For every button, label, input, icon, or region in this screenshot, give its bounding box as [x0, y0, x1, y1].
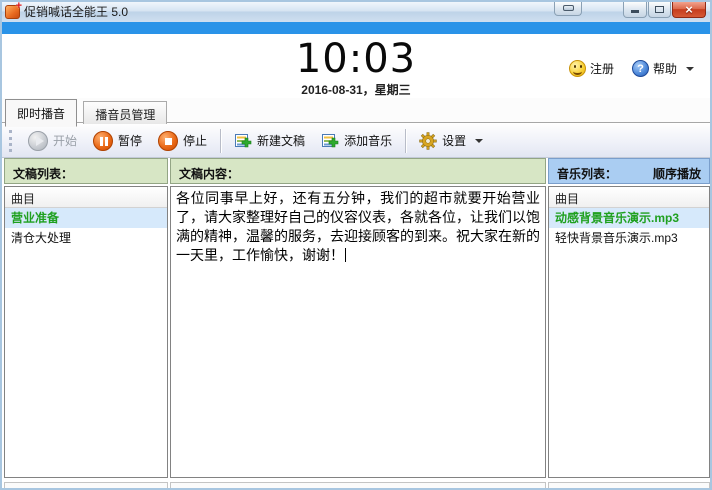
settings-button[interactable]: 设置	[411, 129, 491, 153]
doc-list-body: 曲目 营业准备 清仓大处理	[4, 186, 168, 478]
add-music-label: 添加音乐	[344, 132, 392, 149]
start-button[interactable]: 开始	[20, 128, 85, 154]
doc-content-header: 文稿内容：	[170, 158, 546, 184]
chevron-down-icon	[686, 67, 694, 71]
caption-buttons	[553, 2, 706, 18]
pause-label: 暂停	[118, 132, 142, 149]
date-display: 2016-08-31，星期三	[2, 81, 710, 98]
music-list-plus-icon	[321, 132, 339, 150]
window-title: 促销喊话全能王 5.0	[24, 2, 128, 22]
title-bar: 促销喊话全能王 5.0	[2, 2, 710, 22]
help-label: 帮助	[653, 60, 677, 77]
music-list-item[interactable]: 动感背景音乐演示.mp3	[549, 208, 709, 228]
doc-list-column-header[interactable]: 曲目	[5, 187, 167, 208]
new-document-label: 新建文稿	[257, 132, 305, 149]
maximize-icon	[655, 6, 664, 13]
doc-list-item[interactable]: 营业准备	[5, 208, 167, 228]
play-circle-icon	[28, 131, 48, 151]
play-order-mode-button[interactable]: 顺序播放	[653, 165, 701, 183]
stop-label: 停止	[183, 132, 207, 149]
header-band: 10:03 2016-08-31，星期三 注册 帮助	[2, 34, 710, 98]
text-cursor	[345, 248, 346, 262]
doc-content-text: 各位同事早上好，还有五分钟，我们的超市就要开始营业了，请大家整理好自己的仪容仪表…	[176, 190, 540, 263]
music-list-header-label: 音乐列表：	[557, 165, 617, 183]
start-label: 开始	[53, 132, 77, 149]
stop-circle-icon	[158, 131, 178, 151]
accent-bar	[2, 22, 710, 34]
bottom-strip	[2, 480, 710, 488]
register-label: 注册	[590, 60, 614, 77]
register-button[interactable]: 注册	[569, 60, 614, 77]
skin-button[interactable]	[554, 2, 582, 16]
bottom-strip-segment	[548, 482, 710, 490]
tab-instant-broadcast[interactable]: 即时播音	[5, 99, 77, 127]
music-list-panel: 音乐列表： 顺序播放 曲目 动感背景音乐演示.mp3 轻快背景音乐演示.mp3	[548, 158, 710, 478]
new-document-button[interactable]: 新建文稿	[226, 129, 313, 153]
add-music-button[interactable]: 添加音乐	[313, 129, 400, 153]
quick-actions: 注册 帮助	[551, 60, 694, 77]
doc-content-panel: 文稿内容： 各位同事早上好，还有五分钟，我们的超市就要开始营业了，请大家整理好自…	[170, 158, 546, 478]
doc-list-header-label: 文稿列表：	[13, 165, 73, 183]
bottom-strip-segment	[4, 482, 168, 490]
question-mark-icon	[632, 60, 649, 77]
toolbar-grip[interactable]	[9, 130, 13, 152]
pause-button[interactable]: 暂停	[85, 128, 150, 154]
close-button[interactable]	[672, 2, 706, 18]
pause-circle-icon	[93, 131, 113, 151]
music-list-item[interactable]: 轻快背景音乐演示.mp3	[549, 228, 709, 248]
toolbar-separator	[220, 129, 221, 153]
toolbar-separator	[405, 129, 406, 153]
app-window: 促销喊话全能王 5.0 10:03 2016-08-31，星期三 注册 帮助 即…	[0, 0, 712, 490]
chevron-down-icon	[475, 139, 483, 143]
music-list-body: 曲目 动感背景音乐演示.mp3 轻快背景音乐演示.mp3	[548, 186, 710, 478]
music-list-column-header[interactable]: 曲目	[549, 187, 709, 208]
doc-content-header-label: 文稿内容：	[179, 165, 239, 183]
skin-icon	[563, 5, 574, 11]
bottom-strip-segment	[170, 482, 546, 490]
minimize-icon	[631, 10, 639, 13]
toolbar: 开始 暂停 停止 新建文稿	[2, 124, 710, 158]
doc-content-body: 各位同事早上好，还有五分钟，我们的超市就要开始营业了，请大家整理好自己的仪容仪表…	[170, 186, 546, 478]
maximize-button[interactable]	[648, 2, 671, 18]
document-plus-icon	[234, 132, 252, 150]
doc-list-panel: 文稿列表： 曲目 营业准备 清仓大处理	[4, 158, 168, 478]
tab-bar: 即时播音 播音员管理	[2, 98, 710, 123]
music-list-header: 音乐列表： 顺序播放	[548, 158, 710, 184]
doc-list-item[interactable]: 清仓大处理	[5, 228, 167, 248]
doc-list-header: 文稿列表：	[4, 158, 168, 184]
stop-button[interactable]: 停止	[150, 128, 215, 154]
minimize-button[interactable]	[623, 2, 647, 18]
smiley-face-icon	[569, 60, 586, 77]
doc-content-editor[interactable]: 各位同事早上好，还有五分钟，我们的超市就要开始营业了，请大家整理好自己的仪容仪表…	[171, 187, 545, 477]
settings-label: 设置	[442, 132, 466, 149]
megaphone-plus-icon	[5, 5, 20, 19]
gear-icon	[419, 132, 437, 150]
help-button[interactable]: 帮助	[632, 60, 694, 77]
